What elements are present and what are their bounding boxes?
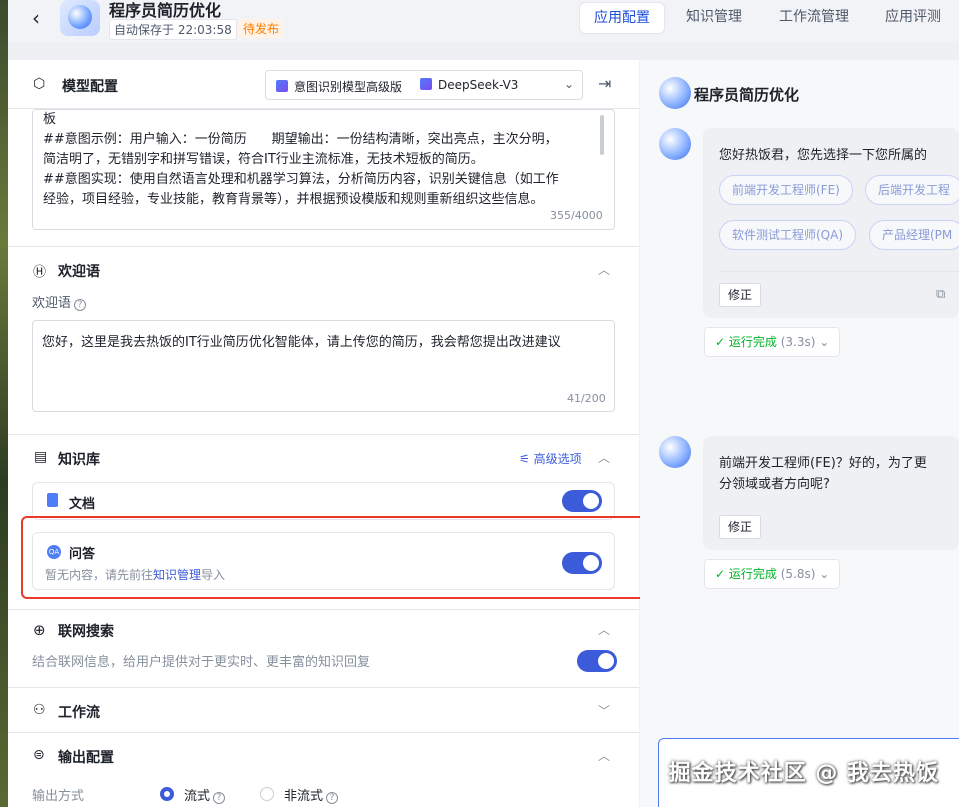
run-status-tag[interactable]: ✓ 运行完成 (5.8s) ⌄	[704, 559, 841, 589]
autosave-text: 自动保存于 22:03:58	[109, 19, 237, 40]
message-text: 前端开发工程师(FE)？好的，为了更	[719, 456, 927, 471]
bot-avatar	[659, 128, 691, 160]
prompt-line: 板	[43, 112, 57, 127]
output-title: 输出配置	[58, 750, 114, 766]
run-status-tag[interactable]: ✓ 运行完成 (3.3s) ⌄	[704, 327, 841, 357]
help-icon[interactable]: ?	[74, 299, 87, 311]
option-chip-qa[interactable]: 软件测试工程师(QA)	[719, 220, 857, 250]
knowledge-title: 知识库	[58, 452, 100, 468]
preview-title: 程序员简历优化	[694, 86, 800, 104]
non-stream-radio[interactable]	[260, 787, 274, 801]
divider	[8, 732, 639, 733]
stream-label: 流式	[184, 789, 211, 804]
cube-icon: ⬡	[33, 76, 46, 92]
app-title: 程序员简历优化	[109, 1, 222, 20]
tab-app-config[interactable]: 应用配置	[579, 2, 665, 34]
model-config-title: 模型配置	[62, 79, 118, 95]
workflow-title: 工作流	[58, 705, 100, 721]
output-mode-label: 输出方式	[32, 789, 85, 804]
doc-card: 文档	[32, 482, 615, 520]
doc-file-icon	[47, 493, 58, 507]
highlight-box	[21, 516, 654, 599]
welcome-label-text: 欢迎语	[32, 296, 72, 311]
non-stream-option[interactable]: 非流式?	[284, 785, 339, 804]
intent-model-icon	[276, 80, 288, 92]
document-icon: ▤	[34, 449, 48, 465]
tab-knowledge[interactable]: 知识管理	[678, 2, 750, 34]
check-circle-icon: ✓	[715, 335, 729, 349]
option-chip-be[interactable]: 后端开发工程	[865, 175, 959, 205]
watermark: 掘金技术社区 @ 我去热饭	[668, 761, 939, 786]
doc-toggle[interactable]	[562, 490, 602, 512]
chevron-down-icon: ⌄	[563, 77, 574, 91]
globe-icon: ⊕	[33, 621, 46, 639]
chevron-up-icon[interactable]: ︿	[598, 261, 610, 278]
prompt-line: ##意图示例：用户输入：一份简历 期望输出：一份结构清晰，突出亮点，主次分明，	[43, 132, 558, 147]
welcome-input[interactable]: 您好，这里是我去热饭的IT行业简历优化智能体，请上传您的简历，我会帮您提出改进建…	[32, 320, 615, 412]
non-stream-label: 非流式	[284, 789, 324, 804]
welcome-label: 欢迎语?	[32, 292, 87, 311]
chevron-down-icon[interactable]: ﹀	[598, 702, 610, 719]
message-bubble: 您好热饭君，您先选择一下您所属的 前端开发工程师(FE) 后端开发工程 软件测试…	[703, 128, 959, 318]
fix-button[interactable]: 修正	[719, 283, 761, 307]
prompt-line: 经验，项目经验，专业技能，教育背景等），并根据预设模版和规则重新组织这些信息。	[43, 192, 544, 207]
web-search-desc: 结合联网信息，给用户提供对于更实时、更丰富的知识回复	[32, 655, 371, 670]
run-status: 运行完成	[728, 567, 777, 581]
divider	[719, 271, 959, 272]
advanced-options-link[interactable]: ⚟ 高级选项	[519, 450, 582, 467]
advanced-options-label: 高级选项	[533, 452, 582, 466]
welcome-title: 欢迎语	[58, 264, 100, 280]
check-circle-icon: ✓	[715, 567, 729, 581]
option-chip-fe[interactable]: 前端开发工程师(FE)	[719, 175, 853, 205]
chevron-down-icon: ⌄	[815, 567, 830, 581]
bot-avatar	[659, 436, 691, 468]
copy-icon[interactable]: ⧉	[936, 287, 945, 302]
back-icon[interactable]: ‹	[32, 6, 40, 30]
divider	[8, 246, 639, 247]
stream-option[interactable]: 流式?	[184, 785, 226, 804]
divider	[8, 434, 639, 435]
tab-evaluation[interactable]: 应用评测	[876, 2, 950, 34]
chevron-down-icon: ⌄	[815, 335, 830, 349]
prompt-textarea[interactable]: 板 ##意图示例：用户输入：一份简历 期望输出：一份结构清晰，突出亮点，主次分明…	[32, 109, 615, 230]
background-edge	[0, 0, 8, 807]
help-icon[interactable]: ?	[213, 792, 226, 804]
stream-radio[interactable]	[160, 787, 174, 801]
web-search-title: 联网搜索	[58, 624, 114, 640]
workflow-icon: ⚇	[33, 702, 46, 718]
textarea-scrollbar[interactable]	[600, 115, 604, 155]
chevron-up-icon[interactable]: ︿	[598, 621, 610, 638]
doc-label: 文档	[69, 497, 96, 512]
run-status: 运行完成	[728, 335, 777, 349]
welcome-counter: 41/200	[567, 392, 606, 405]
message-bubble: 前端开发工程师(FE)？好的，为了更 分领域或者方向呢? 修正	[703, 436, 959, 550]
chevron-up-icon[interactable]: ︿	[598, 747, 610, 764]
divider	[8, 609, 639, 610]
bot-avatar	[659, 77, 691, 109]
chevron-up-icon[interactable]: ︿	[598, 449, 610, 466]
sliders-icon: ⚟	[519, 452, 534, 466]
tab-workflow[interactable]: 工作流管理	[770, 2, 858, 34]
prompt-line: 简洁明了，无错别字和拼写错误，符合IT行业主流标准，无技术短板的简历。	[43, 152, 484, 167]
llm-model-name: DeepSeek-V3	[438, 78, 519, 92]
prompt-counter: 355/4000	[550, 209, 603, 222]
fix-button[interactable]: 修正	[719, 515, 761, 539]
model-select[interactable]: 意图识别模型高级版 DeepSeek-V3 ⌄	[265, 70, 583, 100]
run-duration: (5.8s)	[780, 567, 816, 581]
run-duration: (3.3s)	[780, 335, 816, 349]
status-badge: 待发布	[238, 19, 285, 38]
message-text: 您好热饭君，您先选择一下您所属的	[719, 148, 928, 163]
collapse-panel-icon[interactable]: ⇥	[598, 74, 611, 93]
option-chip-pm[interactable]: 产品经理(PM	[869, 220, 959, 250]
prompt-line: ##意图实现：使用自然语言处理和机器学习算法，分析简历内容，识别关键信息（如工作	[43, 172, 559, 187]
web-search-toggle[interactable]	[577, 650, 617, 672]
message-text: 分领域或者方向呢?	[719, 477, 830, 492]
intent-model-name: 意图识别模型高级版	[294, 80, 403, 94]
output-icon: ⊜	[33, 747, 45, 763]
welcome-icon: Ⓗ	[33, 265, 47, 280]
app-logo	[60, 0, 100, 36]
help-icon[interactable]: ?	[326, 792, 339, 804]
llm-model-icon	[420, 78, 432, 90]
divider	[8, 687, 639, 688]
